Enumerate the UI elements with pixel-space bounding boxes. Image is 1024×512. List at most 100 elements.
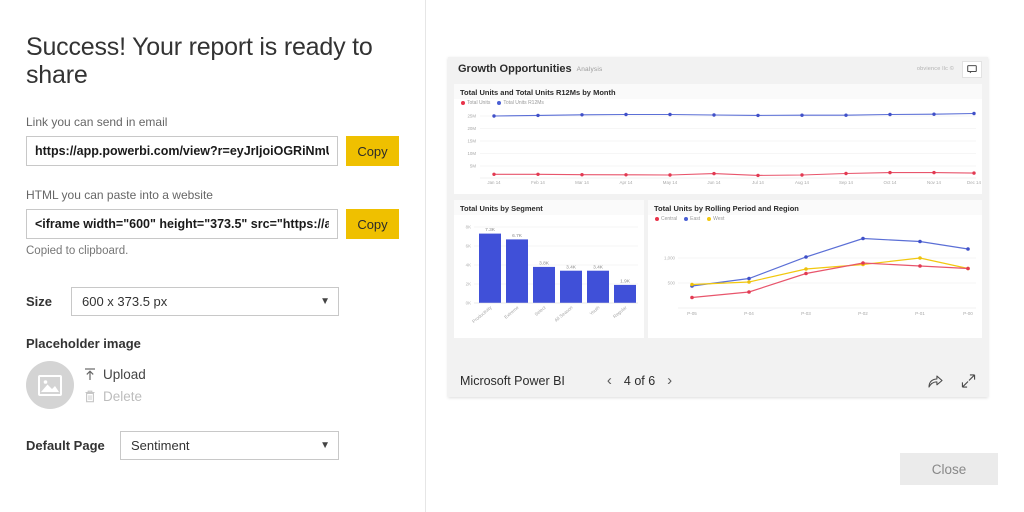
svg-text:May 14: May 14 bbox=[663, 180, 678, 185]
link-field-label: Link you can send in email bbox=[26, 115, 399, 129]
report-header: Growth Opportunities Analysis obvience l… bbox=[448, 57, 988, 81]
legend-item: Total Units R12Ms bbox=[497, 100, 544, 106]
svg-text:7.3K: 7.3K bbox=[485, 227, 496, 233]
svg-text:3.4K: 3.4K bbox=[593, 264, 604, 270]
visual-1-title: Total Units and Total Units R12Ms by Mon… bbox=[454, 84, 982, 99]
comment-button[interactable] bbox=[962, 61, 982, 78]
visual-3-legend: Central East West bbox=[648, 215, 982, 222]
svg-text:Jul 14: Jul 14 bbox=[752, 180, 764, 185]
default-page-label: Default Page bbox=[26, 438, 120, 453]
legend-item: Total Units bbox=[461, 100, 490, 106]
delete-label: Delete bbox=[103, 389, 142, 404]
svg-text:Nov 14: Nov 14 bbox=[927, 180, 941, 185]
page-indicator: 4 of 6 bbox=[624, 374, 655, 388]
report-footer: Microsoft Power BI ‹ 4 of 6 › bbox=[448, 364, 988, 397]
powerbi-brand-label: Microsoft Power BI bbox=[460, 374, 565, 388]
svg-text:0K: 0K bbox=[466, 301, 471, 306]
link-input[interactable] bbox=[26, 136, 338, 166]
visual-line-units-month[interactable]: Total Units and Total Units R12Ms by Mon… bbox=[454, 84, 982, 194]
svg-text:Youth: Youth bbox=[589, 305, 601, 317]
placeholder-image-row: Upload Delete bbox=[26, 361, 399, 409]
svg-text:20M: 20M bbox=[467, 126, 476, 131]
svg-text:6K: 6K bbox=[466, 244, 471, 249]
default-page-row: Default Page Sentiment ▼ bbox=[26, 431, 399, 460]
prev-page-button[interactable]: ‹ bbox=[607, 373, 612, 388]
svg-text:Apr 14: Apr 14 bbox=[620, 180, 633, 185]
close-button[interactable]: Close bbox=[900, 453, 998, 485]
visual-3-plot: 1,000 500 bbox=[648, 222, 982, 330]
html-field-label: HTML you can paste into a website bbox=[26, 188, 399, 202]
legend-label: Total Units R12Ms bbox=[503, 100, 544, 106]
report-brand: obvience llc © bbox=[917, 66, 954, 72]
svg-text:Feb 14: Feb 14 bbox=[531, 180, 545, 185]
svg-text:1,000: 1,000 bbox=[664, 256, 676, 261]
report-preview-panel: Growth Opportunities Analysis obvience l… bbox=[427, 0, 1024, 512]
visual-1-legend: Total Units Total Units R12Ms bbox=[454, 99, 982, 106]
share-button[interactable] bbox=[928, 374, 943, 388]
copy-html-button[interactable]: Copy bbox=[346, 209, 399, 239]
svg-text:2K: 2K bbox=[466, 282, 471, 287]
legend-label: West bbox=[713, 216, 724, 222]
size-row: Size 600 x 373.5 px ▼ bbox=[26, 287, 399, 316]
svg-text:4K: 4K bbox=[466, 263, 471, 268]
svg-text:3.4K: 3.4K bbox=[566, 264, 577, 270]
share-report-dialog: ✕ Success! Your report is ready to share… bbox=[0, 0, 1024, 512]
svg-text:Dec 14: Dec 14 bbox=[967, 180, 981, 185]
svg-text:1.9K: 1.9K bbox=[620, 279, 631, 285]
legend-label: Total Units bbox=[467, 100, 490, 106]
size-select[interactable]: 600 x 373.5 px bbox=[71, 287, 339, 316]
delete-button[interactable]: Delete bbox=[84, 389, 146, 404]
legend-item: East bbox=[684, 216, 700, 222]
svg-text:3.8K: 3.8K bbox=[539, 261, 550, 267]
visual-3-title: Total Units by Rolling Period and Region bbox=[648, 200, 982, 215]
html-field-row: Copy bbox=[26, 209, 399, 239]
image-placeholder-icon bbox=[38, 375, 62, 396]
report-card: Growth Opportunities Analysis obvience l… bbox=[448, 57, 988, 397]
svg-text:5M: 5M bbox=[470, 164, 476, 169]
svg-text:6.7K: 6.7K bbox=[512, 233, 523, 239]
comment-icon bbox=[967, 65, 977, 74]
visual-2-plot: 8K 6K 4K 2K 0K 7.3K 6.7K bbox=[454, 215, 644, 337]
visual-2-title: Total Units by Segment bbox=[454, 200, 644, 215]
svg-text:Oct 14: Oct 14 bbox=[884, 180, 897, 185]
svg-text:P-03: P-03 bbox=[801, 311, 811, 316]
svg-text:All Season: All Season bbox=[554, 305, 574, 323]
fullscreen-icon bbox=[961, 374, 976, 388]
svg-text:Productivity: Productivity bbox=[471, 304, 493, 324]
svg-text:Jan 14: Jan 14 bbox=[487, 180, 501, 185]
upload-icon bbox=[84, 368, 96, 381]
next-page-button[interactable]: › bbox=[667, 373, 672, 388]
report-subtitle: Analysis bbox=[577, 66, 603, 73]
page-navigator: ‹ 4 of 6 › bbox=[607, 373, 672, 388]
size-select-wrap: 600 x 373.5 px ▼ bbox=[71, 287, 339, 316]
svg-text:Extreme: Extreme bbox=[503, 305, 520, 320]
legend-item: West bbox=[707, 216, 724, 222]
visual-1-plot: 25M 20M 15M 10M 5M bbox=[454, 106, 982, 186]
upload-button[interactable]: Upload bbox=[84, 367, 146, 382]
visual-bar-units-segment[interactable]: Total Units by Segment 8K 6K 4K 2K 0K bbox=[454, 200, 644, 338]
svg-text:P-04: P-04 bbox=[744, 311, 754, 316]
share-icon bbox=[928, 374, 943, 388]
report-title: Growth Opportunities bbox=[458, 63, 572, 75]
svg-text:P-01: P-01 bbox=[915, 311, 925, 316]
svg-text:P-05: P-05 bbox=[687, 311, 697, 316]
legend-label: Central bbox=[661, 216, 677, 222]
svg-text:25M: 25M bbox=[467, 114, 476, 119]
svg-text:10M: 10M bbox=[467, 151, 476, 156]
svg-text:15M: 15M bbox=[467, 139, 476, 144]
visual-line-units-rolling[interactable]: Total Units by Rolling Period and Region… bbox=[648, 200, 982, 338]
fullscreen-button[interactable] bbox=[961, 374, 976, 388]
upload-label: Upload bbox=[103, 367, 146, 382]
svg-text:8K: 8K bbox=[466, 225, 471, 230]
default-page-select[interactable]: Sentiment bbox=[120, 431, 339, 460]
placeholder-image-preview bbox=[26, 361, 74, 409]
placeholder-image-actions: Upload Delete bbox=[84, 367, 146, 404]
trash-icon bbox=[84, 390, 96, 403]
svg-text:Select: Select bbox=[534, 304, 548, 317]
copy-link-button[interactable]: Copy bbox=[346, 136, 399, 166]
svg-text:Jun 14: Jun 14 bbox=[707, 180, 721, 185]
legend-item: Central bbox=[655, 216, 677, 222]
svg-text:Sep 14: Sep 14 bbox=[839, 180, 853, 185]
settings-panel: Success! Your report is ready to share L… bbox=[0, 0, 426, 512]
html-embed-input[interactable] bbox=[26, 209, 338, 239]
